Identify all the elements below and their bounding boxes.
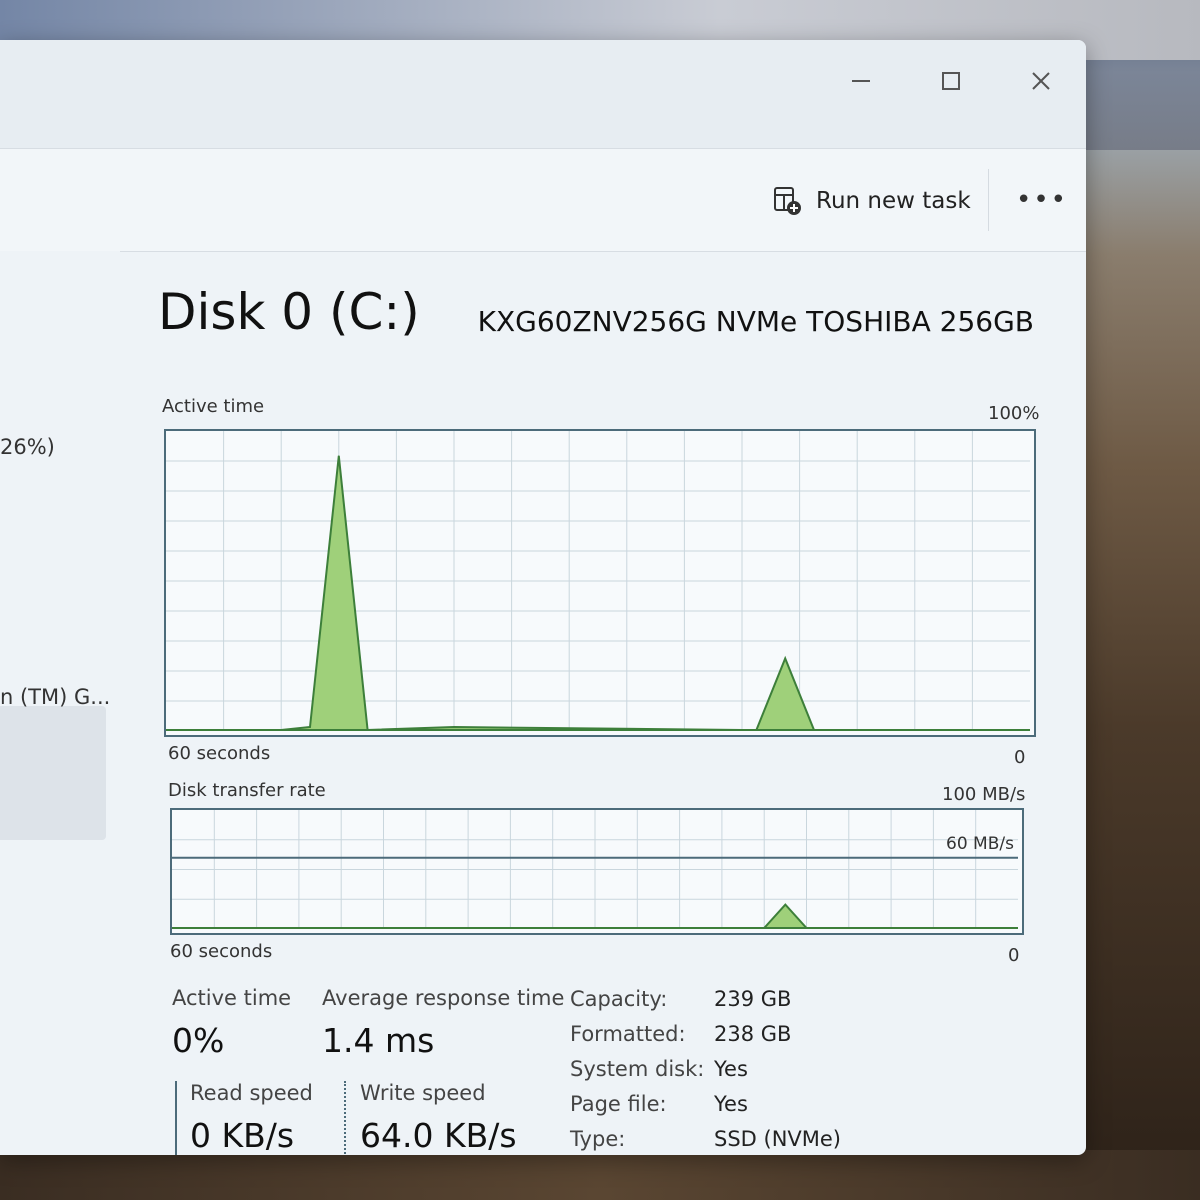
page-file-label: Page file:: [570, 1092, 667, 1116]
read-speed-label: Read speed: [190, 1081, 313, 1105]
active-time-chart: [166, 431, 1030, 732]
disk-model: KXG60ZNV256G NVMe TOSHIBA 256GB: [477, 305, 1034, 338]
transfer-rate-graph: 60 MB/s: [170, 808, 1024, 935]
transfer-rate-line-label: 60 MB/s: [946, 834, 1014, 854]
active-time-stat-label: Active time: [172, 986, 292, 1010]
active-time-min-label: 0: [1014, 747, 1026, 768]
transfer-rate-chart: [172, 810, 1018, 929]
system-disk-value: Yes: [714, 1057, 748, 1081]
formatted-value: 238 GB: [714, 1022, 792, 1046]
transfer-rate-chart-label: Disk transfer rate: [168, 780, 326, 801]
read-speed-indicator: [175, 1081, 177, 1155]
title-bar: [0, 40, 1086, 148]
run-new-task-label: Run new task: [816, 188, 971, 214]
system-disk-label: System disk:: [570, 1057, 705, 1081]
type-label: Type:: [570, 1127, 626, 1151]
close-button[interactable]: [1018, 58, 1064, 104]
desktop-wallpaper-bottom: [0, 1150, 1200, 1200]
write-speed-value: 64.0 KB/s: [360, 1116, 517, 1155]
run-new-task-button[interactable]: Run new task: [772, 179, 971, 223]
data-point: [784, 904, 786, 906]
response-time-value: 1.4 ms: [322, 1021, 435, 1060]
minimize-button[interactable]: [838, 58, 884, 104]
data-point: [338, 455, 340, 457]
formatted-label: Formatted:: [570, 1022, 686, 1046]
run-task-icon: [774, 187, 801, 215]
write-speed-label: Write speed: [360, 1081, 486, 1105]
write-speed-indicator: [344, 1081, 346, 1155]
minimize-icon: [852, 80, 870, 82]
read-speed-value: 0 KB/s: [190, 1116, 295, 1155]
capacity-label: Capacity:: [570, 987, 668, 1011]
close-icon: [1032, 72, 1050, 90]
more-options-button[interactable]: •••: [1016, 185, 1068, 215]
active-time-chart-label: Active time: [162, 396, 265, 417]
task-manager-window: Run new task ••• 26%) n (TM) G... Disk 0…: [0, 40, 1086, 1155]
active-time-stat-value: 0%: [172, 1021, 225, 1060]
page-file-value: Yes: [714, 1092, 748, 1116]
transfer-rate-min-label: 0: [1008, 945, 1020, 966]
maximize-icon: [942, 72, 960, 90]
capacity-value: 239 GB: [714, 987, 792, 1011]
transfer-rate-max-label: 100 MB/s: [942, 784, 1026, 805]
page-title: Disk 0 (C:): [158, 283, 420, 341]
toolbar-divider: [988, 169, 989, 231]
active-time-graph: [164, 429, 1036, 737]
data-point: [784, 657, 786, 659]
maximize-button[interactable]: [928, 58, 974, 104]
disk-performance-panel: Disk 0 (C:) KXG60ZNV256G NVMe TOSHIBA 25…: [0, 251, 1086, 1155]
active-time-max-label: 100%: [988, 403, 1040, 424]
type-value: SSD (NVMe): [714, 1127, 842, 1151]
active-time-x-label: 60 seconds: [168, 743, 271, 764]
data-point: [309, 726, 311, 728]
data-point: [453, 726, 455, 728]
toolbar: Run new task •••: [0, 148, 1086, 252]
transfer-rate-x-label: 60 seconds: [170, 941, 273, 962]
data-series-area: [166, 455, 1030, 732]
response-time-label: Average response time: [322, 986, 565, 1010]
